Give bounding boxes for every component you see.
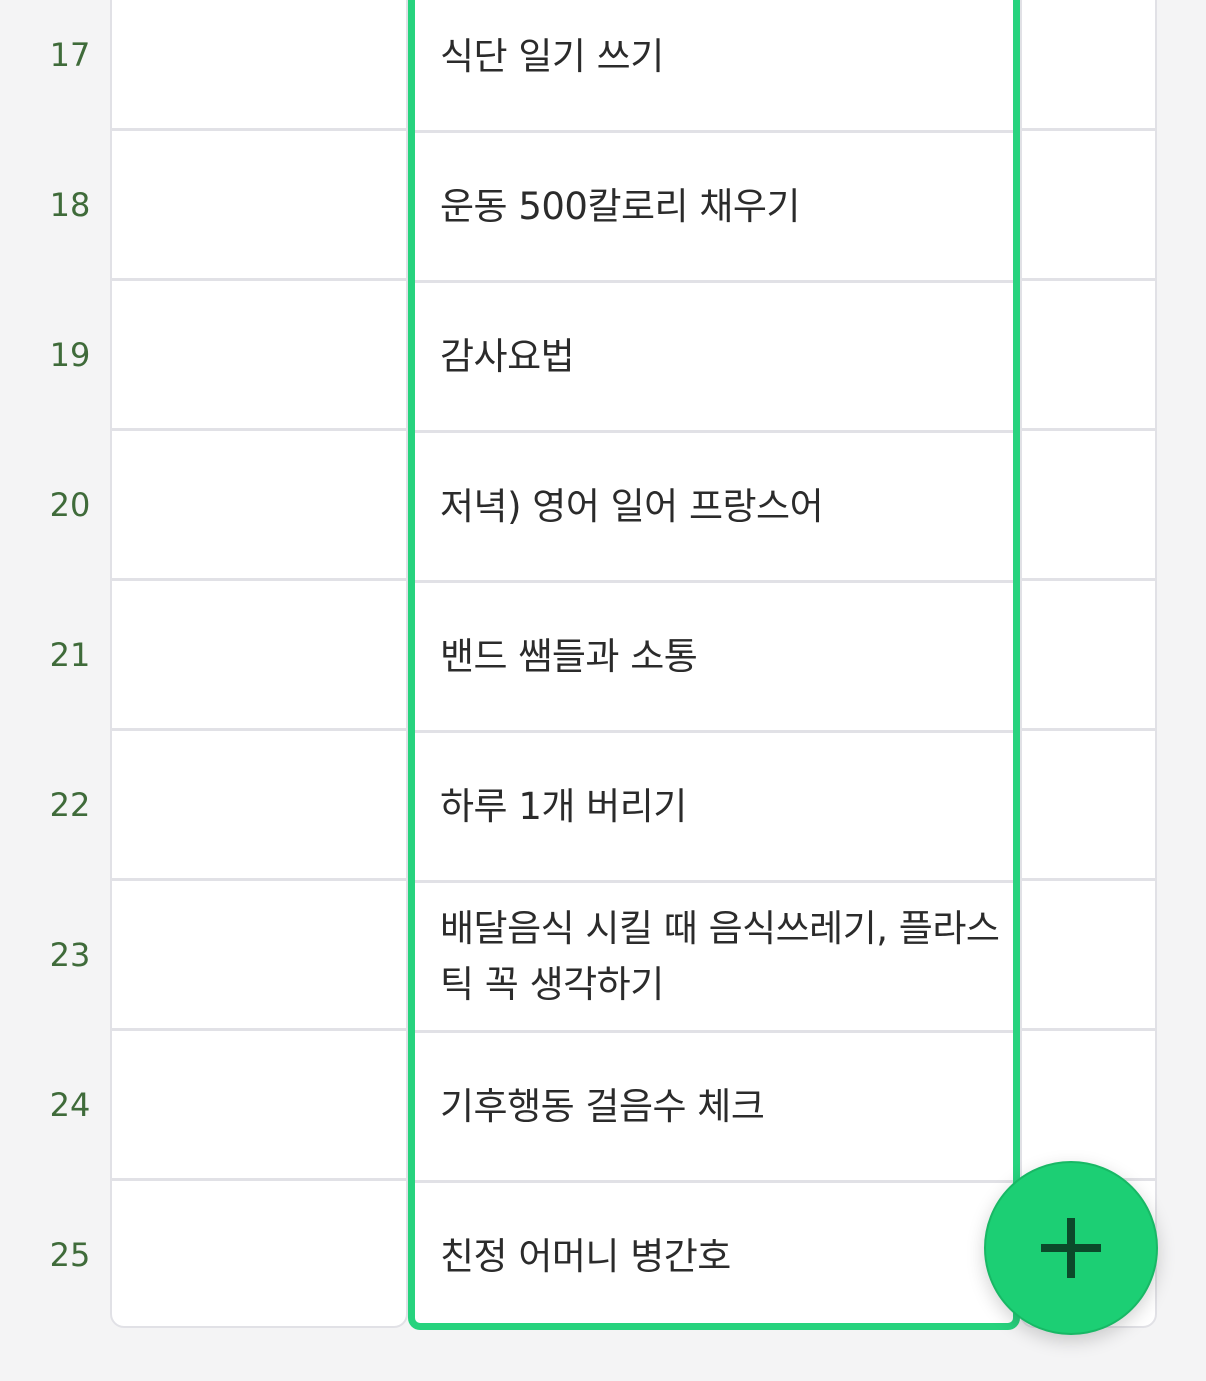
add-button[interactable]: [984, 1161, 1158, 1335]
row-divider: [110, 1028, 408, 1031]
task-label: 기후행동 걸음수 체크: [440, 1085, 765, 1128]
task-cell[interactable]: 운동 500칼로리 채우기: [440, 132, 1000, 282]
row-divider: [1020, 428, 1157, 431]
row-divider: [110, 1178, 408, 1181]
row-number: 21: [49, 636, 91, 674]
row-divider: [1020, 278, 1157, 281]
task-cell[interactable]: 식단 일기 쓰기: [440, 0, 1000, 132]
row-divider: [1020, 578, 1157, 581]
row-divider: [110, 428, 408, 431]
row-divider: [110, 278, 408, 281]
task-cell[interactable]: 친정 어머니 병간호: [440, 1182, 1000, 1332]
task-label: 하루 1개 버리기: [440, 785, 687, 828]
task-label: 저녁) 영어 일어 프랑스어: [440, 485, 824, 528]
task-cell[interactable]: 저녁) 영어 일어 프랑스어: [440, 432, 1000, 582]
task-label: 밴드 쌤들과 소통: [440, 635, 698, 678]
row-number: 22: [49, 786, 91, 824]
task-cell[interactable]: 밴드 쌤들과 소통: [440, 582, 1000, 732]
row-divider: [110, 878, 408, 881]
row-number: 20: [49, 486, 91, 524]
row-number: 25: [49, 1236, 91, 1274]
plus-icon: [1041, 1218, 1101, 1278]
row-divider: [1020, 1028, 1157, 1031]
row-divider: [110, 728, 408, 731]
column-c[interactable]: [1020, 0, 1157, 1328]
spreadsheet-view: 17 식단 일기 쓰기 18 운동 500칼로리 채우기 19 감사요법 20 저녁) 영어 …: [0, 0, 1206, 1381]
row-divider: [1020, 128, 1157, 131]
row-divider: [110, 128, 408, 131]
row-divider: [1020, 878, 1157, 881]
row-number: 19: [49, 336, 91, 374]
task-cell[interactable]: 기후행동 걸음수 체크: [440, 1032, 1000, 1182]
row-divider: [1020, 728, 1157, 731]
task-label: 운동 500칼로리 채우기: [440, 185, 800, 228]
row-number: 24: [49, 1086, 91, 1124]
task-label: 감사요법: [440, 335, 575, 378]
task-label: 배달음식 시킬 때 음식쓰레기, 플라스틱 꼭 생각하기: [440, 907, 1000, 1006]
task-cell[interactable]: 감사요법: [440, 282, 1000, 432]
column-a[interactable]: [110, 0, 408, 1328]
task-label: 식단 일기 쓰기: [440, 35, 664, 78]
task-cell[interactable]: 배달음식 시킬 때 음식쓰레기, 플라스틱 꼭 생각하기: [440, 882, 1000, 1032]
task-label: 친정 어머니 병간호: [440, 1235, 731, 1278]
row-number: 23: [49, 936, 91, 974]
row-number: 18: [49, 186, 91, 224]
row-divider: [110, 578, 408, 581]
row-number: 17: [49, 36, 91, 74]
task-cell[interactable]: 하루 1개 버리기: [440, 732, 1000, 882]
